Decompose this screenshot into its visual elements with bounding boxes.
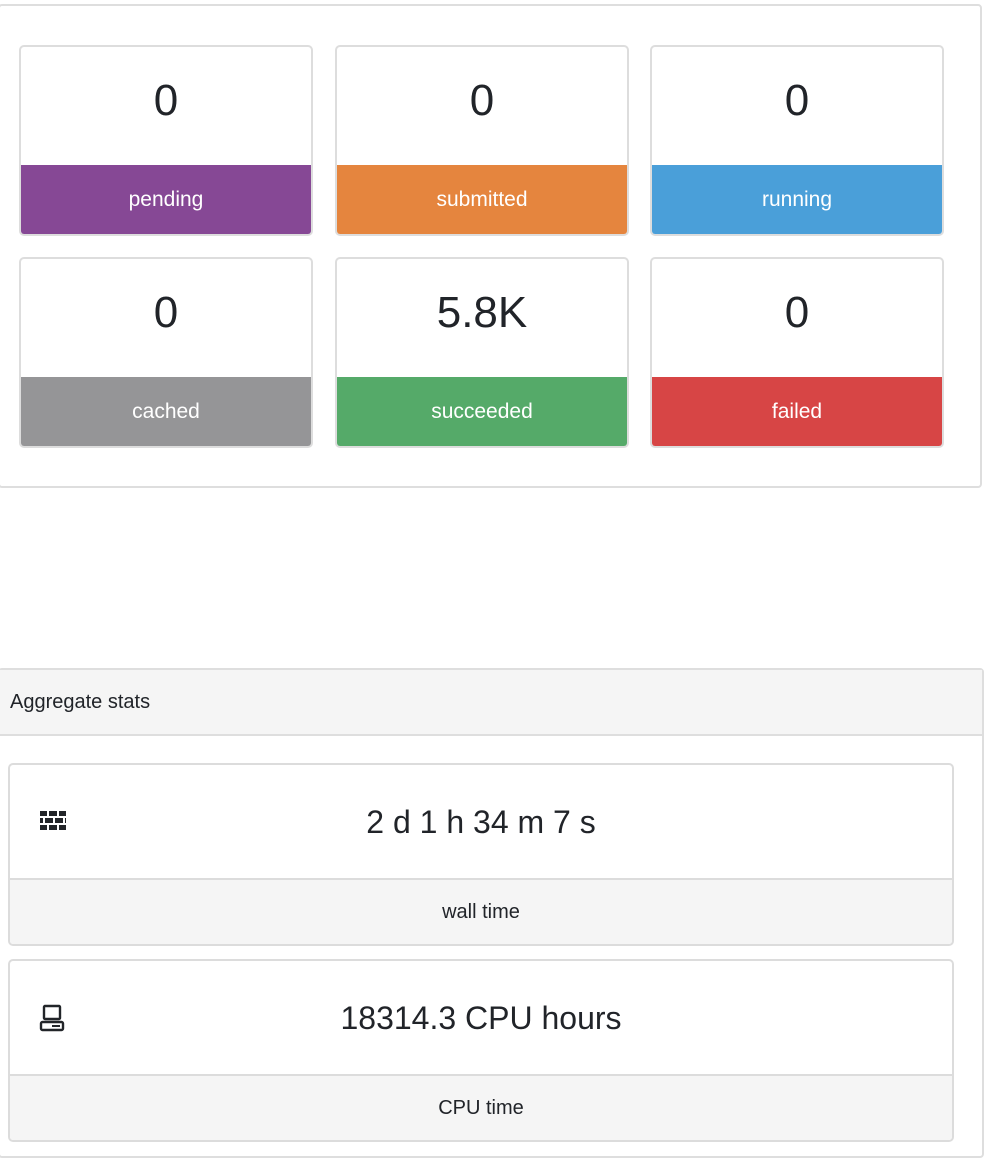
cpu-time-label: CPU time: [10, 1074, 952, 1140]
status-tile-failed: 0 failed: [650, 257, 944, 448]
status-panel: 0 pending 0 submitted 0 running 0 cached…: [0, 4, 982, 488]
status-tile-pending: 0 pending: [19, 45, 313, 236]
brick-wall-icon: [40, 811, 66, 830]
cpu-time-card: 18314.3 CPU hours CPU time: [8, 959, 954, 1142]
status-tile-cached: 0 cached: [19, 257, 313, 448]
cached-label: cached: [21, 377, 311, 446]
pending-count: 0: [153, 76, 179, 125]
aggregate-stats-title: Aggregate stats: [0, 670, 982, 736]
running-count: 0: [784, 76, 810, 125]
pending-label: pending: [21, 165, 311, 234]
running-label: running: [652, 165, 942, 234]
aggregate-stats-panel: Aggregate stats 2 d 1 h 34 m 7 s wall ti…: [0, 668, 984, 1158]
wall-time-label: wall time: [10, 878, 952, 944]
succeeded-count: 5.8K: [436, 288, 528, 337]
succeeded-label: succeeded: [337, 377, 627, 446]
failed-count: 0: [784, 288, 810, 337]
cached-count: 0: [153, 288, 179, 337]
cpu-time-value: 18314.3 CPU hours: [340, 1000, 622, 1036]
failed-label: failed: [652, 377, 942, 446]
status-tile-running: 0 running: [650, 45, 944, 236]
submitted-label: submitted: [337, 165, 627, 234]
status-tile-succeeded: 5.8K succeeded: [335, 257, 629, 448]
submitted-count: 0: [469, 76, 495, 125]
wall-time-card: 2 d 1 h 34 m 7 s wall time: [8, 763, 954, 946]
wall-time-value: 2 d 1 h 34 m 7 s: [366, 804, 596, 840]
computer-icon: [39, 1004, 65, 1032]
status-tile-submitted: 0 submitted: [335, 45, 629, 236]
